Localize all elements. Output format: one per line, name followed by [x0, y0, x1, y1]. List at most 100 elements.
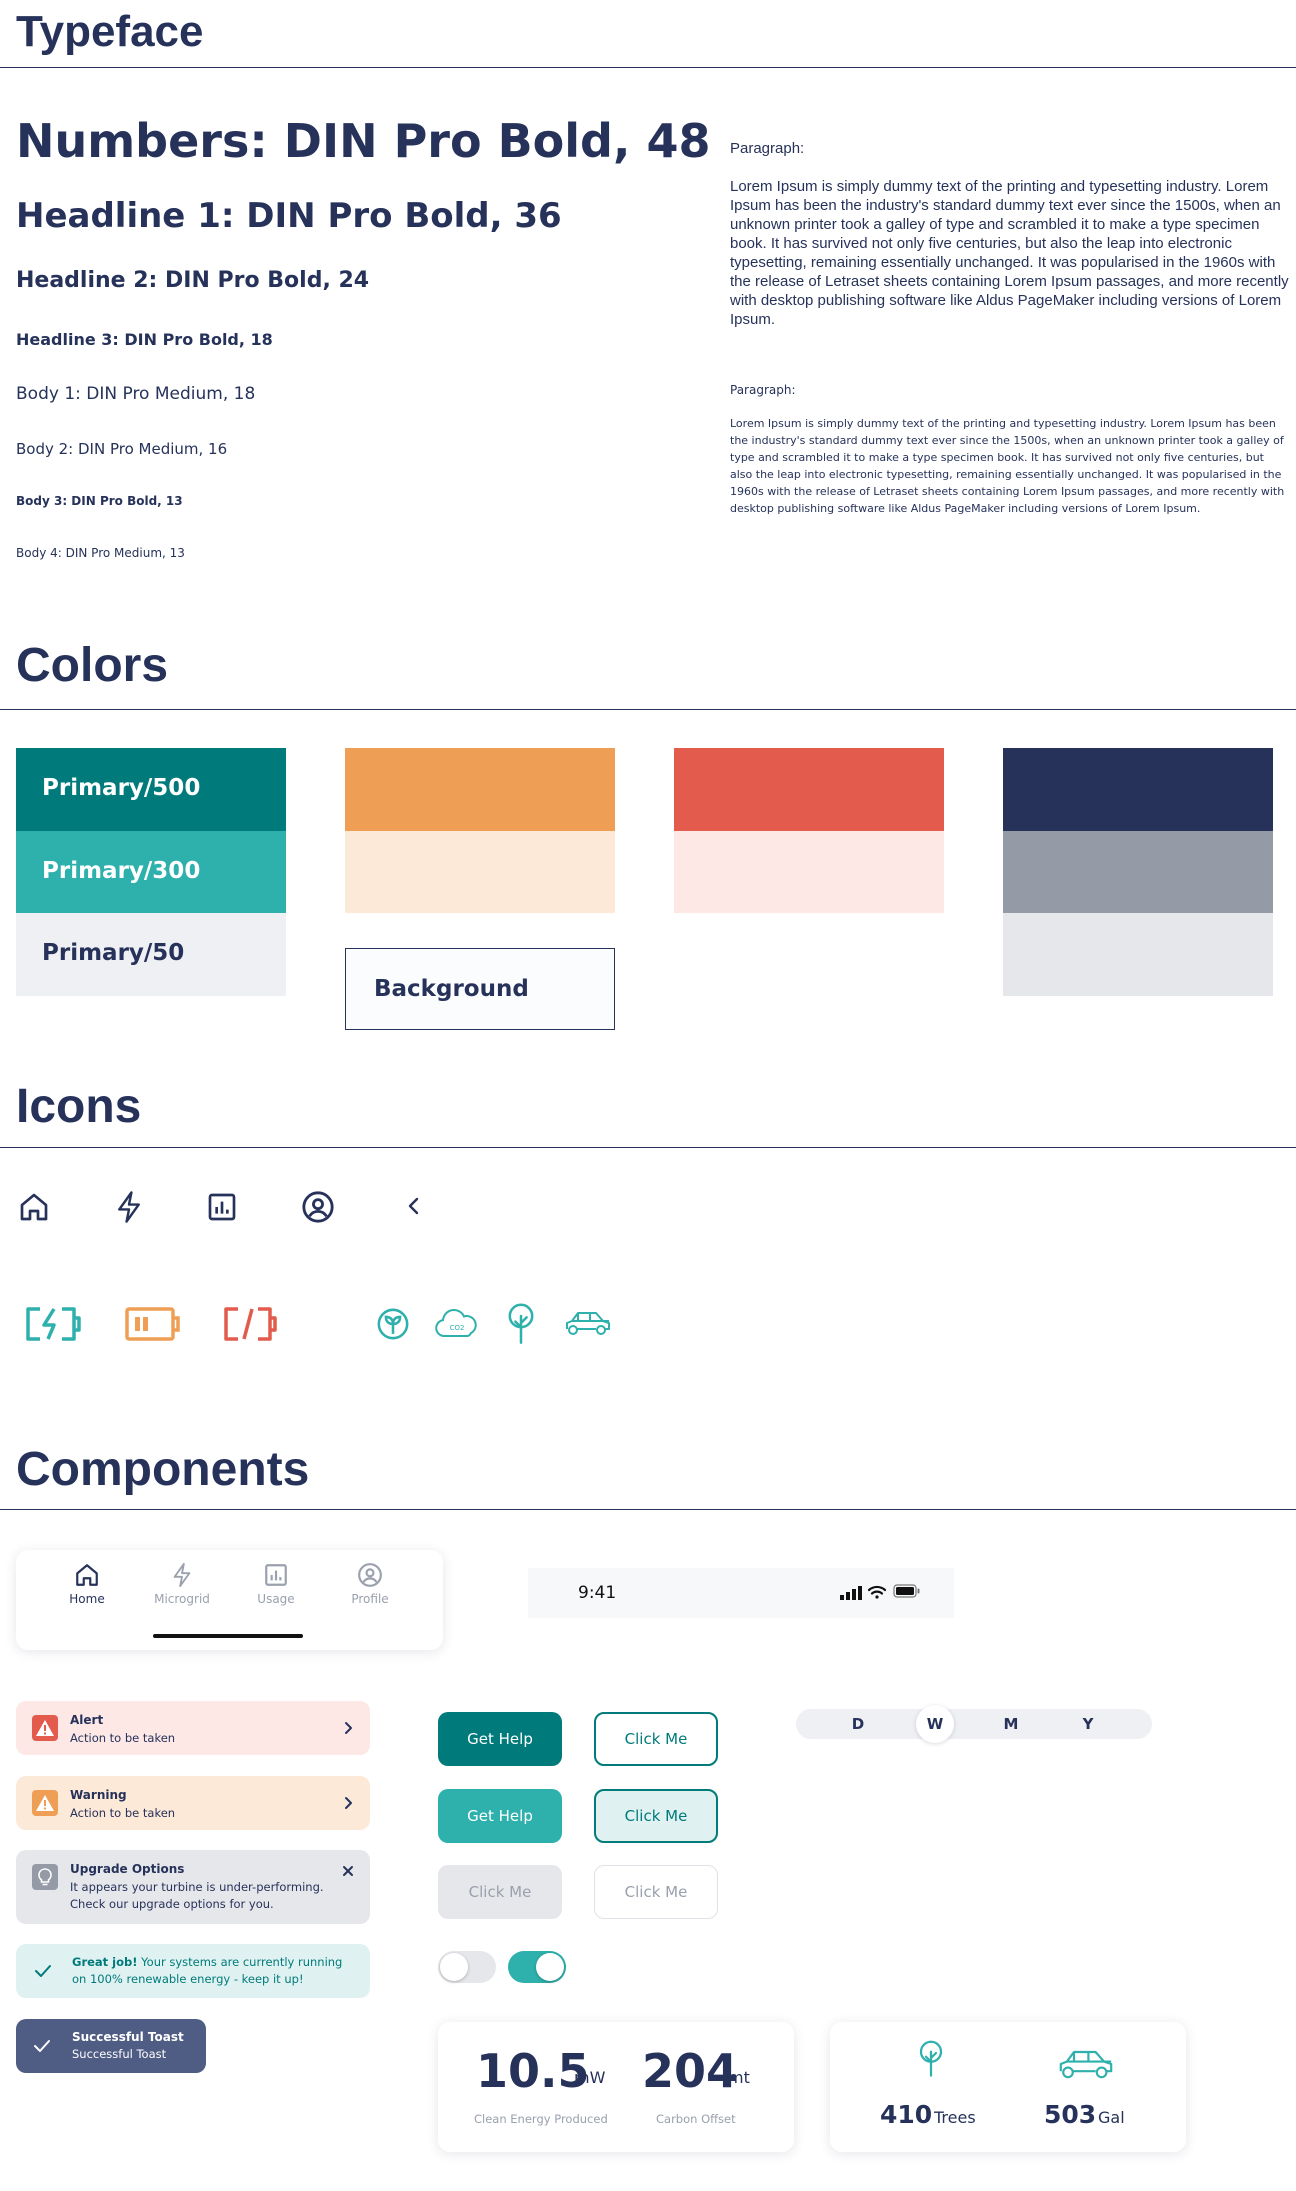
- co2-cloud-icon: CO2: [435, 1309, 477, 1337]
- chart-icon: [265, 1564, 287, 1586]
- toggle-on[interactable]: [508, 1951, 566, 1983]
- section-title-icons: Icons: [16, 1080, 142, 1133]
- bottom-nav-bar: Home Microgrid Usage Profile: [16, 1550, 443, 1650]
- energy-value: 10.5: [476, 2044, 590, 2098]
- toast-body: Successful Toast: [72, 2047, 167, 2061]
- status-bar: 9:41: [528, 1568, 954, 1618]
- segment-day[interactable]: D: [838, 1715, 878, 1733]
- alert-body: Action to be taken: [70, 1731, 176, 1745]
- tree-icon: [508, 1303, 534, 1344]
- upgrade-title: Upgrade Options: [70, 1862, 185, 1876]
- click-me-button-outline-hover[interactable]: Click Me: [594, 1789, 718, 1843]
- nav-item-usage[interactable]: Usage: [236, 1562, 316, 1606]
- close-icon[interactable]: [342, 1865, 354, 1877]
- warning-icon: [32, 1790, 58, 1816]
- section-title-components: Components: [16, 1443, 310, 1496]
- chevron-right-icon: [345, 1722, 352, 1734]
- nav-item-label: Usage: [257, 1592, 295, 1606]
- toast: Successful Toast Successful Toast: [16, 2019, 206, 2073]
- swatch-orange-light: [345, 831, 615, 913]
- user-circle-icon: [302, 1191, 334, 1223]
- click-me-button-disabled: Click Me: [438, 1865, 562, 1919]
- warning-body: Action to be taken: [70, 1806, 176, 1820]
- nav-item-label: Home: [69, 1592, 105, 1606]
- lightning-icon: [118, 1191, 140, 1223]
- swatch-background: Background: [345, 948, 615, 1030]
- period-segmented-control: D W M Y: [796, 1705, 1152, 1743]
- swatch-orange: [345, 748, 615, 831]
- nav-item-profile[interactable]: Profile: [330, 1562, 410, 1606]
- wifi-icon: [867, 1585, 887, 1599]
- lightbulb-icon: [32, 1864, 58, 1890]
- tree-icon: [919, 2040, 943, 2077]
- section-divider: [0, 67, 1296, 68]
- click-me-button-outline[interactable]: Click Me: [594, 1712, 718, 1766]
- swatch-label: Primary/300: [42, 858, 201, 884]
- type-sample-body1: Body 1: DIN Pro Medium, 18: [16, 384, 256, 404]
- toggle-off[interactable]: [438, 1951, 496, 1983]
- swatch-label: Background: [374, 976, 529, 1002]
- segment-week[interactable]: W: [915, 1715, 955, 1733]
- swatch-primary-500: Primary/500: [16, 748, 286, 831]
- upgrade-options-banner: Upgrade Options It appears your turbine …: [16, 1850, 370, 1924]
- toast-title: Successful Toast: [72, 2030, 184, 2044]
- check-icon: [35, 1965, 51, 1977]
- gallons-value: 503: [1044, 2100, 1097, 2129]
- nav-item-label: Profile: [351, 1592, 389, 1606]
- get-help-button-hover[interactable]: Get Help: [438, 1789, 562, 1843]
- type-sample-h3: Headline 3: DIN Pro Bold, 18: [16, 330, 273, 349]
- success-text: Your systems are currently running: [137, 1955, 343, 1969]
- home-indicator: [153, 1634, 303, 1638]
- type-sample-body4: Body 4: DIN Pro Medium, 13: [16, 546, 185, 560]
- alert-banner[interactable]: Alert Action to be taken: [16, 1701, 370, 1755]
- paragraph-label-small: Paragraph:: [730, 383, 796, 397]
- segment-year[interactable]: Y: [1068, 1715, 1108, 1733]
- upgrade-body-line2: Check our upgrade options for you.: [70, 1897, 274, 1911]
- type-sample-body2: Body 2: DIN Pro Medium, 16: [16, 440, 228, 458]
- home-icon: [76, 1564, 98, 1586]
- swatch-label: Primary/500: [42, 775, 201, 801]
- swatch-navy: [1003, 748, 1273, 831]
- status-time: 9:41: [578, 1583, 617, 1603]
- segment-month[interactable]: M: [991, 1715, 1031, 1733]
- home-icon: [20, 1193, 48, 1221]
- car-icon: [566, 1312, 610, 1335]
- energy-stats-card: 10.5 mW Clean Energy Produced 204 mt Car…: [438, 2022, 794, 2152]
- get-help-button-primary[interactable]: Get Help: [438, 1712, 562, 1766]
- warning-title: Warning: [70, 1788, 127, 1802]
- success-banner: Great job! Your systems are currently ru…: [16, 1944, 370, 1998]
- paragraph-sample-small: Lorem Ipsum is simply dummy text of the …: [730, 417, 1285, 515]
- gallons-unit: Gal: [1098, 2108, 1125, 2127]
- nav-item-microgrid[interactable]: Microgrid: [142, 1562, 222, 1606]
- section-divider: [0, 1147, 1296, 1148]
- energy-caption: Clean Energy Produced: [474, 2112, 608, 2126]
- battery-charging-icon: [26, 1307, 81, 1341]
- energy-unit: mW: [574, 2068, 606, 2087]
- battery-empty-icon: [224, 1307, 277, 1341]
- alert-icon: [32, 1715, 58, 1741]
- type-sample-h2: Headline 2: DIN Pro Bold, 24: [16, 268, 370, 293]
- swatch-primary-50: Primary/50: [16, 913, 286, 996]
- click-me-button-outline-disabled: Click Me: [594, 1865, 718, 1919]
- section-divider: [0, 1509, 1296, 1510]
- carbon-value: 204: [642, 2044, 739, 2098]
- swatch-red: [674, 748, 944, 831]
- cellular-signal-icon: [840, 1586, 862, 1600]
- swatch-label: Primary/50: [42, 940, 185, 966]
- upgrade-body-line1: It appears your turbine is under-perform…: [70, 1880, 324, 1894]
- success-message-line2: on 100% renewable energy - keep it up!: [72, 1972, 304, 1986]
- chevron-right-icon: [345, 1797, 352, 1809]
- paragraph-label: Paragraph:: [730, 140, 805, 157]
- success-message-line1: Great job! Your systems are currently ru…: [72, 1954, 342, 1971]
- battery-medium-icon: [125, 1307, 180, 1341]
- carbon-unit: mt: [728, 2068, 750, 2087]
- chevron-left-icon: [408, 1197, 419, 1215]
- type-sample-numbers: Numbers: DIN Pro Bold, 48: [16, 114, 711, 168]
- warning-banner[interactable]: Warning Action to be taken: [16, 1776, 370, 1830]
- section-divider: [0, 709, 1296, 710]
- trees-value: 410: [880, 2100, 933, 2129]
- impact-stats-card: 410 Trees 503 Gal: [830, 2022, 1186, 2152]
- nav-item-home[interactable]: Home: [47, 1562, 127, 1606]
- toggle-knob: [536, 1953, 564, 1981]
- swatch-primary-300: Primary/300: [16, 831, 286, 913]
